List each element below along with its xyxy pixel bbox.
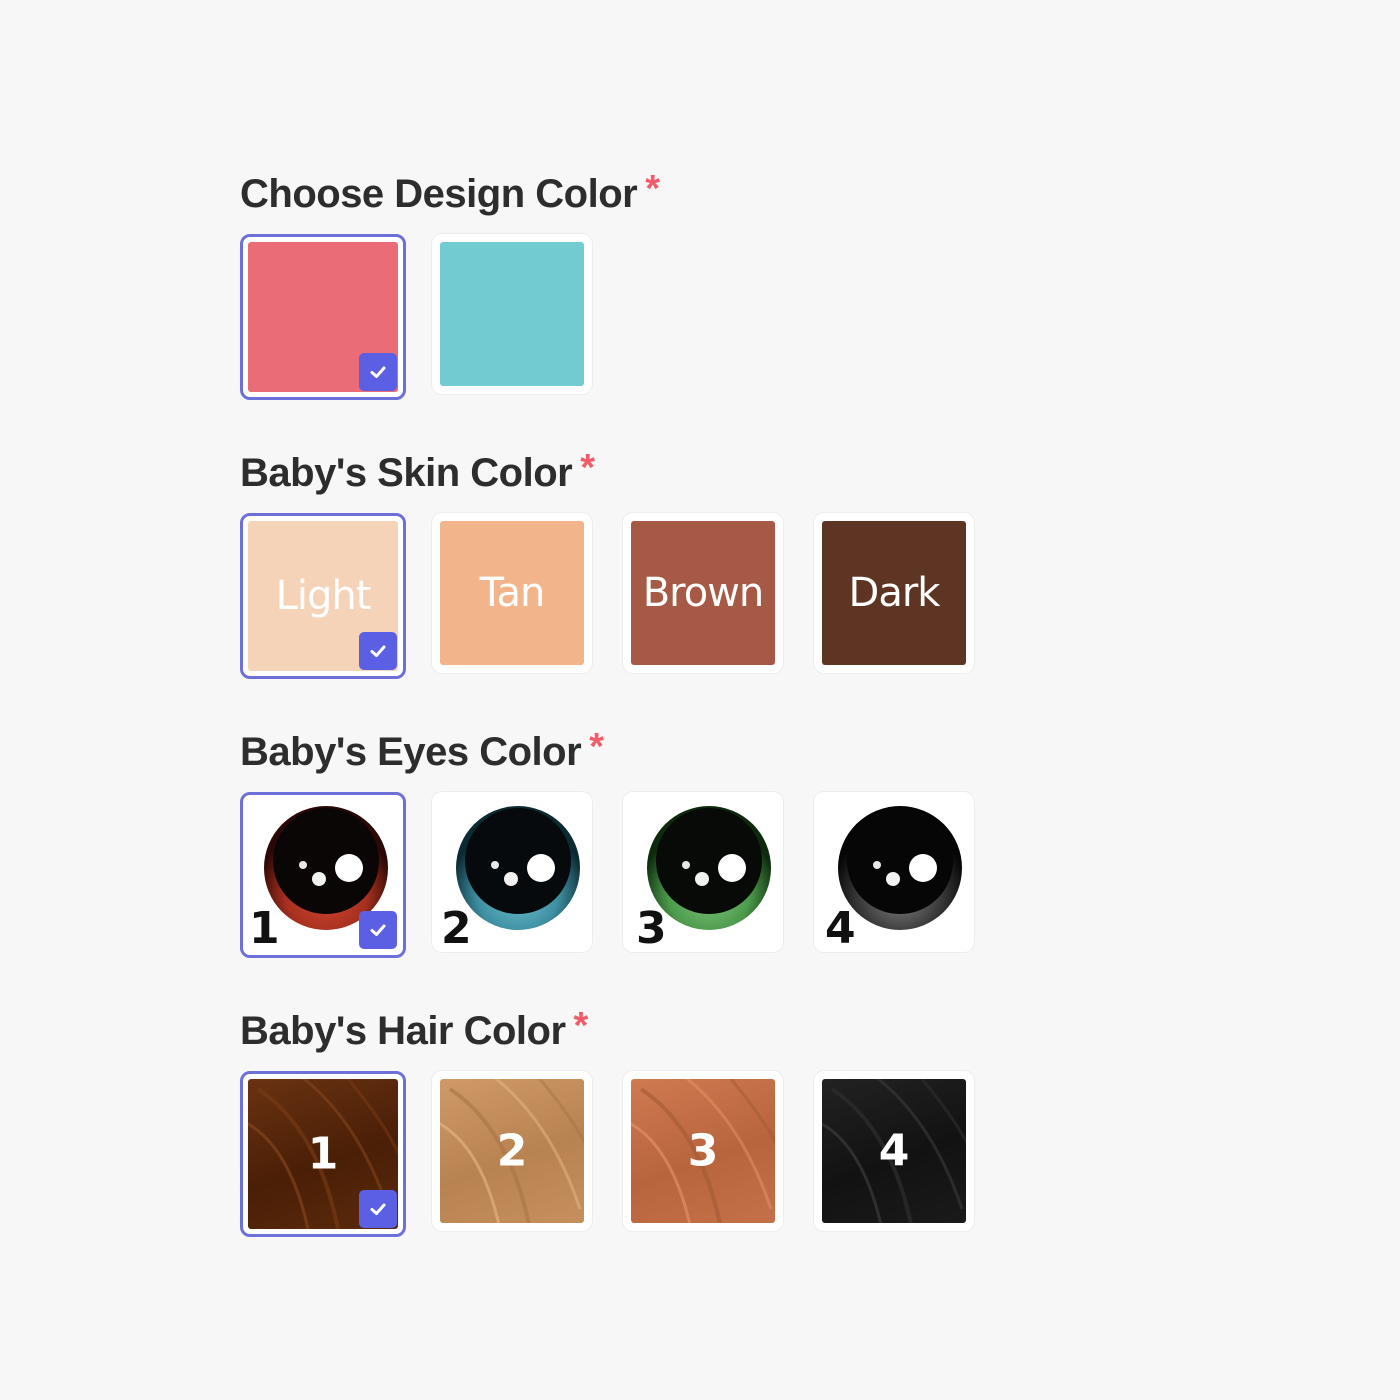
skin-option-brown[interactable]: Brown [623, 513, 783, 673]
eyes-color-options: 1 2 3 4 [240, 792, 1000, 958]
check-icon [359, 353, 397, 391]
color-options-form: Choose Design Color * Baby's Skin Color * … [0, 0, 1400, 1400]
eye-option-4[interactable]: 4 [814, 792, 974, 952]
eye-option-number: 2 [441, 903, 472, 954]
hair-color-options: 1 2 3 4 [240, 1071, 1000, 1237]
hair-option-number: 4 [878, 1125, 910, 1177]
color-fill [440, 242, 584, 386]
color-fill: Tan [440, 521, 584, 665]
eyes-color-title: Baby's Eyes Color [240, 730, 582, 774]
color-fill: Dark [822, 521, 966, 665]
skin-option-tan[interactable]: Tan [432, 513, 592, 673]
check-icon [359, 1190, 397, 1228]
skin-color-group: Baby's Skin Color * Light Tan Brown Dark [240, 447, 974, 679]
design-color-option-1[interactable] [240, 234, 406, 400]
eye-option-number: 1 [249, 903, 280, 954]
hair-option-number: 2 [496, 1125, 528, 1177]
design-color-options [240, 234, 1000, 400]
hair-option-number: 1 [307, 1128, 339, 1180]
check-icon [359, 911, 397, 949]
required-mark: * [573, 1005, 589, 1047]
eyes-color-group: Baby's Eyes Color * 1 2 3 4 [240, 726, 974, 958]
design-color-group: Choose Design Color * [240, 168, 660, 400]
skin-option-label: Brown [642, 570, 765, 616]
skin-option-label: Light [275, 573, 372, 619]
hair-option-number: 3 [687, 1125, 719, 1177]
design-color-title: Choose Design Color [240, 172, 638, 216]
eye-option-3[interactable]: 3 [623, 792, 783, 952]
eye-option-number: 3 [636, 903, 667, 954]
required-mark: * [580, 447, 595, 489]
eye-icon [456, 806, 580, 930]
skin-option-label: Dark [848, 570, 941, 616]
eye-option-2[interactable]: 2 [432, 792, 592, 952]
hair-color-group: Baby's Hair Color * 1 2 3 4 [240, 1005, 974, 1237]
hair-texture: 4 [822, 1079, 966, 1223]
check-icon [359, 632, 397, 670]
eye-option-number: 4 [825, 903, 856, 954]
hair-color-title: Baby's Hair Color [240, 1009, 566, 1053]
skin-color-title: Baby's Skin Color [240, 451, 573, 495]
eye-option-1[interactable]: 1 [240, 792, 406, 958]
hair-option-4[interactable]: 4 [814, 1071, 974, 1231]
hair-option-2[interactable]: 2 [432, 1071, 592, 1231]
hair-option-3[interactable]: 3 [623, 1071, 783, 1231]
hair-texture: 2 [440, 1079, 584, 1223]
skin-option-label: Tan [479, 570, 546, 616]
hair-option-1[interactable]: 1 [240, 1071, 406, 1237]
hair-texture: 3 [631, 1079, 775, 1223]
skin-option-dark[interactable]: Dark [814, 513, 974, 673]
skin-color-options: Light Tan Brown Dark [240, 513, 1000, 679]
required-mark: * [589, 726, 604, 768]
design-color-option-2[interactable] [432, 234, 592, 394]
skin-option-light[interactable]: Light [240, 513, 406, 679]
required-mark: * [645, 168, 660, 210]
color-fill: Brown [631, 521, 775, 665]
